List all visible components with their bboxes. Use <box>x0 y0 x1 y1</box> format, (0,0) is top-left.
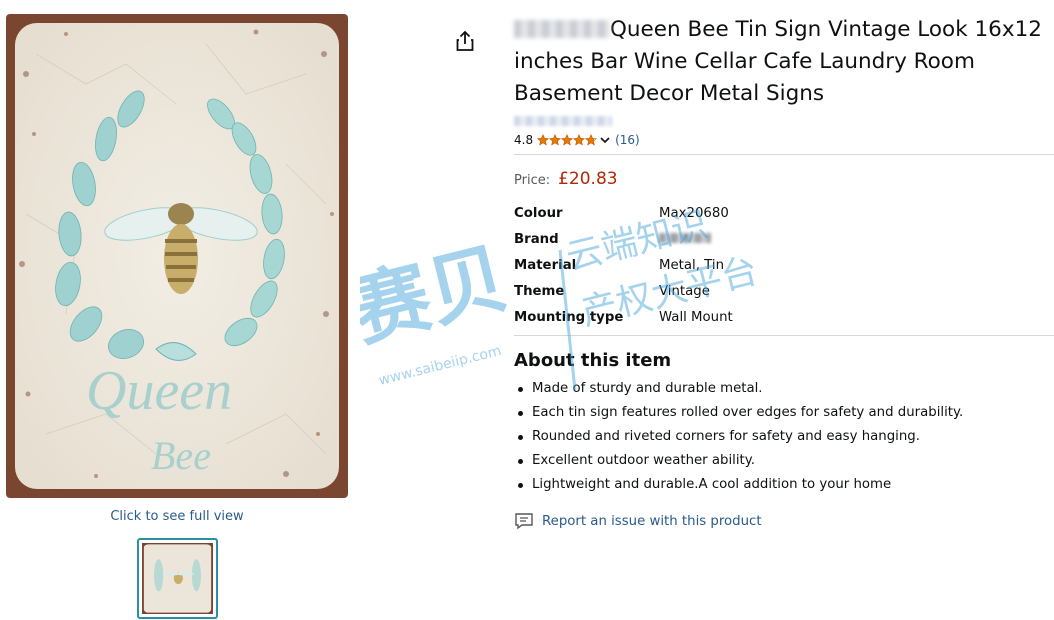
sign-script-bee: Bee <box>151 433 211 478</box>
report-message-icon <box>515 513 533 530</box>
spec-row-mounting-type: Mounting type Wall Mount <box>514 304 1054 330</box>
about-bullet: Made of sturdy and durable metal. <box>514 377 1054 401</box>
price-value: £20.83 <box>558 169 618 189</box>
rating-row: 4.8 (16) <box>514 132 1054 148</box>
star-icon <box>561 134 574 146</box>
divider <box>514 335 1054 336</box>
spec-value: Vintage <box>659 283 710 299</box>
about-bullet: Each tin sign features rolled over edges… <box>514 401 1054 425</box>
about-bullets: Made of sturdy and durable metal. Each t… <box>514 377 1054 497</box>
spec-value: Wall Mount <box>659 309 733 325</box>
divider <box>514 154 1054 155</box>
product-page: Queen Bee Click to see full view Queen B… <box>0 0 1054 620</box>
star-icon <box>573 134 586 146</box>
spec-key: Colour <box>514 205 563 221</box>
about-bullet: Lightweight and durable.A cool addition … <box>514 473 1054 497</box>
price-label: Price: <box>514 173 551 188</box>
watermark-url: www.saibeiip.com <box>377 343 503 389</box>
spec-key: Brand <box>514 231 559 247</box>
about-bullet: Excellent outdoor weather ability. <box>514 449 1054 473</box>
spec-value: Metal, Tin <box>659 257 724 273</box>
thumbnail-illustration <box>142 543 213 614</box>
star-rating[interactable] <box>537 134 598 146</box>
about-this-item-heading: About this item <box>514 350 672 371</box>
sign-script-queen: Queen <box>86 360 232 422</box>
product-details: Queen Bee Tin Sign Vintage Look 16x12 in… <box>514 14 1054 531</box>
click-to-see-full-view-link[interactable]: Click to see full view <box>6 509 348 524</box>
redacted-brand-prefix <box>514 20 610 38</box>
spec-row-theme: Theme Vintage <box>514 278 1054 304</box>
star-icon <box>537 134 550 146</box>
share-icon[interactable] <box>454 30 476 52</box>
report-issue-label: Report an issue with this product <box>542 513 762 529</box>
spec-value: Max20680 <box>659 205 729 221</box>
specs-table: Colour Max20680 Brand Material Metal, Ti… <box>514 200 1054 330</box>
image-thumbnail[interactable] <box>137 538 218 619</box>
rating-value: 4.8 <box>514 133 534 147</box>
about-bullet: Rounded and riveted corners for safety a… <box>514 425 1054 449</box>
tin-sign-illustration: Queen Bee <box>6 14 348 498</box>
ratings-count-link[interactable]: (16) <box>615 133 640 147</box>
main-product-image[interactable]: Queen Bee <box>6 14 348 498</box>
spec-key: Mounting type <box>514 309 624 325</box>
watermark-main-text: 赛贝 <box>360 233 516 358</box>
spec-value-redacted <box>659 232 711 247</box>
chevron-down-icon[interactable] <box>599 134 611 146</box>
spec-key: Material <box>514 257 577 273</box>
product-title: Queen Bee Tin Sign Vintage Look 16x12 in… <box>514 14 1052 110</box>
report-issue-link[interactable]: Report an issue with this product <box>514 511 1054 531</box>
redacted-store-link[interactable] <box>514 116 612 126</box>
star-icon <box>549 134 562 146</box>
redacted-brand <box>659 232 711 243</box>
star-icon <box>585 134 598 146</box>
spec-row-brand: Brand <box>514 226 1054 252</box>
price-row: Price: £20.83 <box>514 169 1054 189</box>
spec-row-colour: Colour Max20680 <box>514 200 1054 226</box>
spec-key: Theme <box>514 283 565 299</box>
spec-row-material: Material Metal, Tin <box>514 252 1054 278</box>
